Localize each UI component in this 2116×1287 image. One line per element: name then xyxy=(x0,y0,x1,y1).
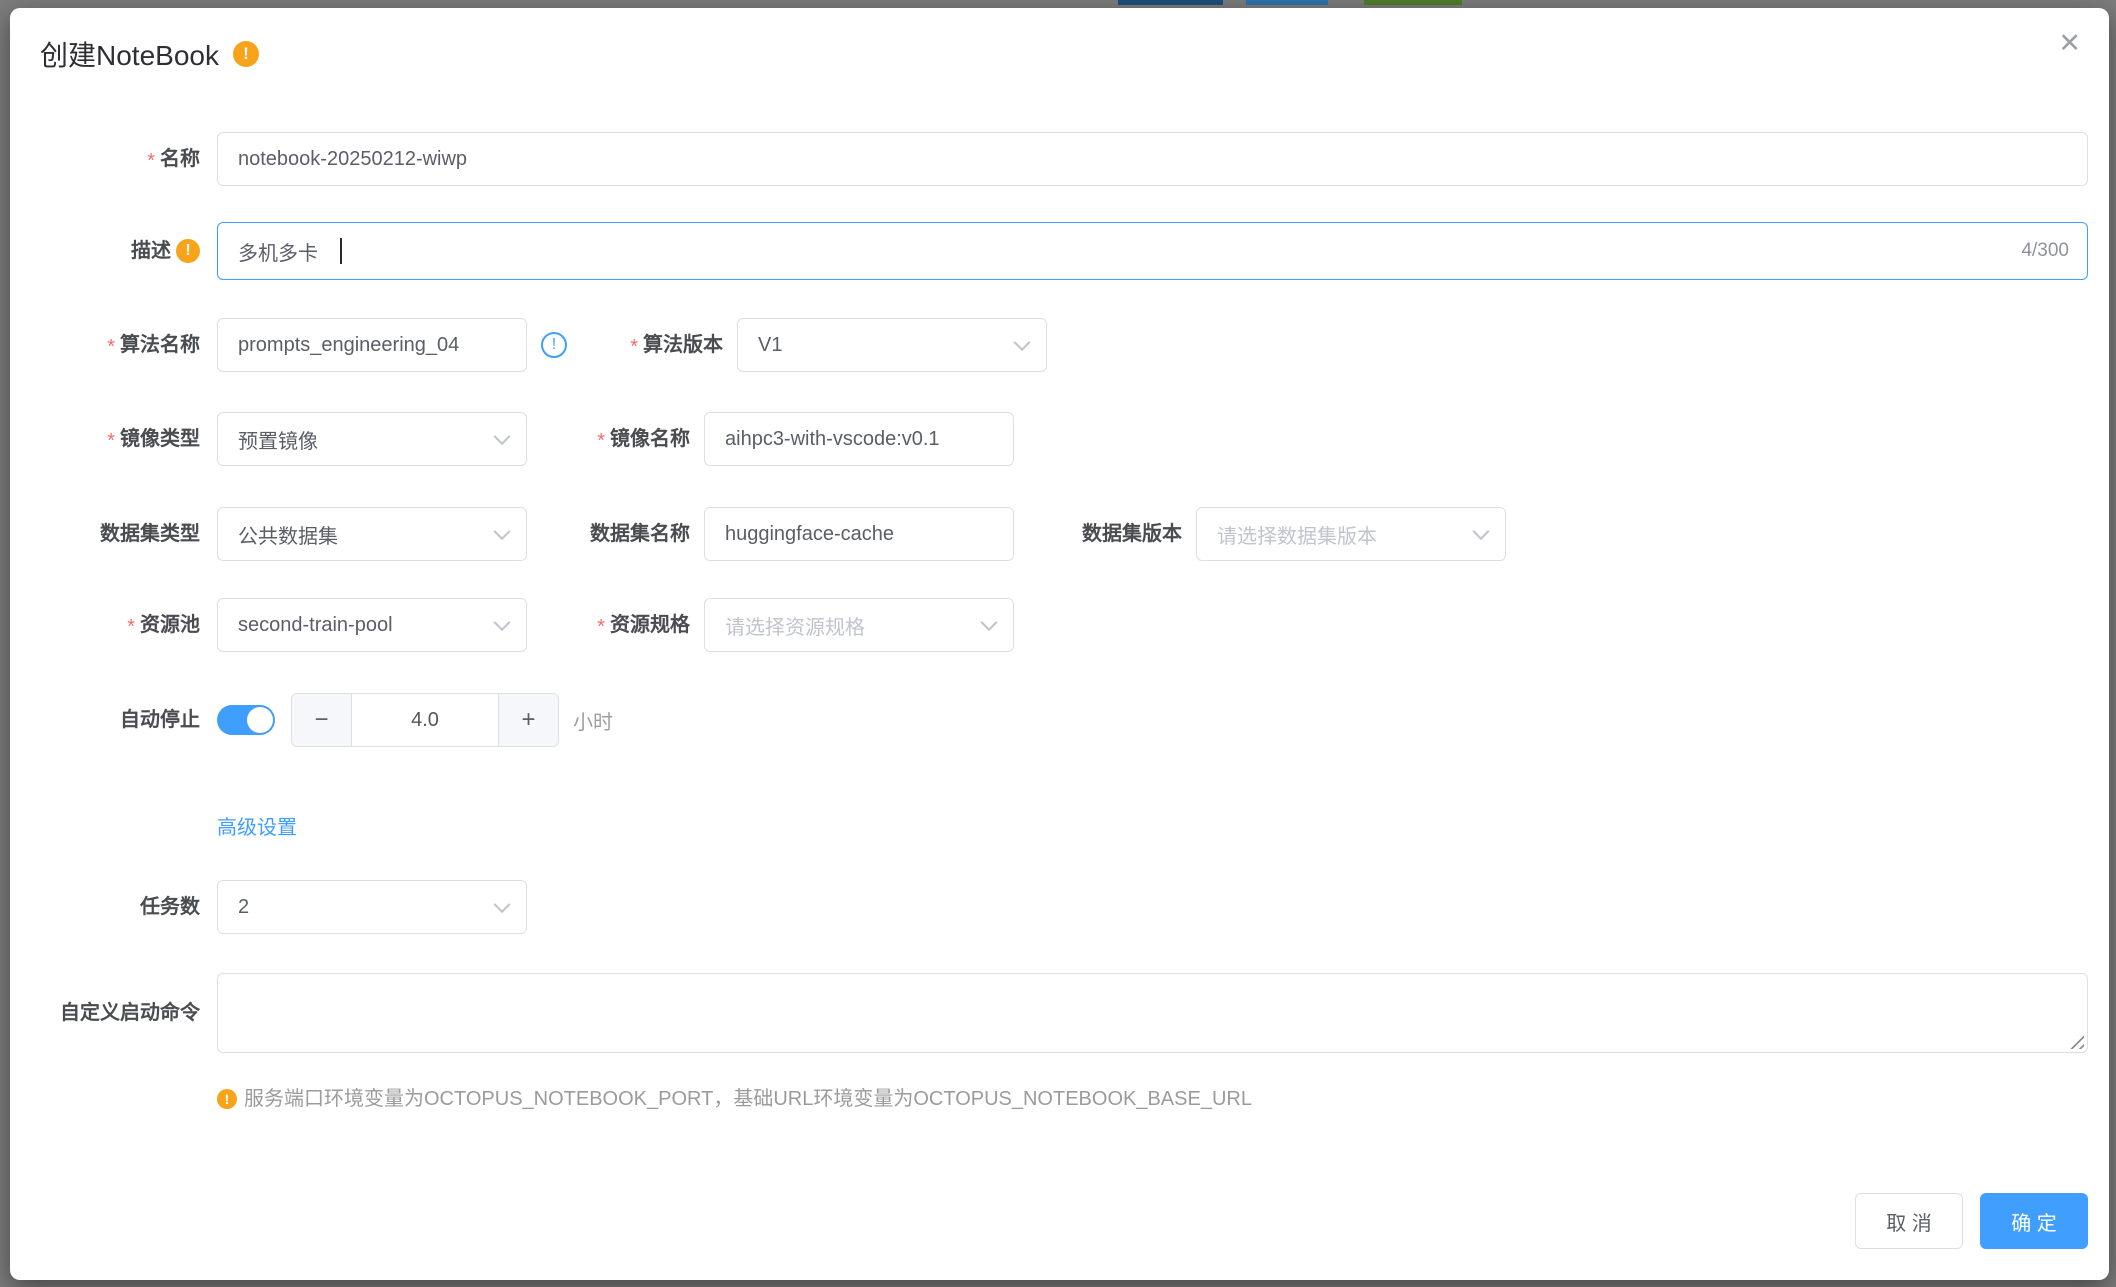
algorithm-name-input[interactable]: prompts_engineering_04 xyxy=(217,318,527,372)
chevron-down-icon xyxy=(493,523,511,541)
description-input[interactable]: 多机多卡 4/300 xyxy=(217,222,2088,280)
resource-pool-label: * 资源池 xyxy=(127,614,200,638)
resource-pool-value: second-train-pool xyxy=(238,613,393,636)
task-count-value: 2 xyxy=(238,895,250,918)
dataset-name-input[interactable]: huggingface-cache xyxy=(704,507,1014,561)
description-counter: 4/300 xyxy=(2021,240,2069,261)
custom-command-textarea[interactable] xyxy=(217,973,2088,1053)
dataset-version-placeholder: 请选择数据集版本 xyxy=(1217,525,1377,548)
background-tab-blue xyxy=(1246,0,1328,5)
algorithm-info-icon[interactable]: ! xyxy=(541,332,567,358)
description-row: 描述 ! 多机多卡 4/300 xyxy=(10,222,2109,280)
image-type-value: 预置镜像 xyxy=(238,430,318,453)
algorithm-name-value: prompts_engineering_04 xyxy=(238,333,460,356)
algorithm-name-label: * 算法名称 xyxy=(107,334,200,358)
required-marker: * xyxy=(107,336,115,358)
background-tab-dark-blue xyxy=(1118,0,1223,5)
text-cursor xyxy=(340,238,342,264)
required-marker: * xyxy=(127,616,135,638)
auto-stop-unit-label: 小时 xyxy=(573,711,613,734)
decrement-button[interactable]: − xyxy=(292,694,352,746)
required-marker: * xyxy=(147,150,155,172)
custom-command-label: 自定义启动命令 xyxy=(60,1002,200,1024)
algorithm-row: * 算法名称 prompts_engineering_04 ! * 算法版本 V… xyxy=(10,318,2109,372)
dataset-row: 数据集类型 公共数据集 数据集名称 huggingface-cache 数据集版… xyxy=(10,507,2109,561)
image-name-value: aihpc3-with-vscode:v0.1 xyxy=(725,427,940,450)
dialog-header: 创建NoteBook ! xyxy=(40,34,259,74)
auto-stop-toggle[interactable] xyxy=(217,705,275,735)
required-marker: * xyxy=(107,430,115,452)
dataset-name-value: huggingface-cache xyxy=(725,522,895,545)
page-background: { "dialog": { "title": "创建NoteBook" }, "… xyxy=(0,0,2116,1287)
custom-command-value xyxy=(218,974,258,996)
dataset-type-label: 数据集类型 xyxy=(100,523,200,545)
confirm-button[interactable]: 确 定 xyxy=(1980,1193,2088,1249)
dataset-version-select[interactable]: 请选择数据集版本 xyxy=(1196,507,1506,561)
advanced-settings-link[interactable]: 高级设置 xyxy=(217,815,297,841)
description-warning-icon: ! xyxy=(176,239,200,263)
dataset-type-select[interactable]: 公共数据集 xyxy=(217,507,527,561)
auto-stop-label: 自动停止 xyxy=(120,709,200,731)
title-warning-icon: ! xyxy=(232,41,259,67)
required-marker: * xyxy=(630,336,638,358)
image-type-label: * 镜像类型 xyxy=(107,428,200,452)
env-hint: ! 服务端口环境变量为OCTOPUS_NOTEBOOK_PORT，基础URL环境… xyxy=(217,1086,2109,1112)
dialog-title: 创建NoteBook xyxy=(40,40,219,71)
advanced-settings-row: 高级设置 xyxy=(10,815,2109,841)
hint-warning-icon: ! xyxy=(217,1089,237,1109)
required-marker: * xyxy=(597,616,605,638)
required-marker: * xyxy=(597,430,605,452)
algorithm-version-value: V1 xyxy=(758,333,783,356)
algorithm-version-label: * 算法版本 xyxy=(630,334,723,358)
custom-command-row: 自定义启动命令 xyxy=(10,973,2109,1053)
resource-spec-label: * 资源规格 xyxy=(597,614,690,638)
cancel-button[interactable]: 取 消 xyxy=(1855,1193,1963,1249)
task-count-row: 任务数 2 xyxy=(10,880,2109,934)
description-label: 描述 ! xyxy=(10,239,217,263)
algorithm-version-select[interactable]: V1 xyxy=(737,318,1047,372)
name-row: * 名称 notebook-20250212-wiwp xyxy=(10,132,2109,186)
chevron-down-icon xyxy=(980,614,998,632)
dataset-version-label: 数据集版本 xyxy=(1082,523,1182,545)
name-value: notebook-20250212-wiwp xyxy=(238,147,468,170)
description-value: 多机多卡 xyxy=(238,242,318,265)
close-icon[interactable]: ✕ xyxy=(2058,30,2081,57)
increment-button[interactable]: + xyxy=(498,694,558,746)
hint-text: 服务端口环境变量为OCTOPUS_NOTEBOOK_PORT，基础URL环境变量… xyxy=(244,1088,1252,1110)
auto-stop-stepper: − 4.0 + xyxy=(291,693,559,747)
dialog-footer: 取 消 确 定 xyxy=(1855,1193,2088,1249)
resource-row: * 资源池 second-train-pool * 资源规格 请选择资源规格 xyxy=(10,598,2109,652)
image-row: * 镜像类型 预置镜像 * 镜像名称 aihpc3-with-vscode:v0… xyxy=(10,412,2109,466)
dataset-type-value: 公共数据集 xyxy=(238,525,338,548)
background-tab-green xyxy=(1364,0,1462,5)
create-notebook-form: * 名称 notebook-20250212-wiwp 描述 ! 多机多卡 4/… xyxy=(10,132,2109,1112)
toggle-knob xyxy=(247,707,273,733)
image-type-select[interactable]: 预置镜像 xyxy=(217,412,527,466)
resource-pool-select[interactable]: second-train-pool xyxy=(217,598,527,652)
chevron-down-icon xyxy=(493,896,511,914)
name-label: * 名称 xyxy=(147,148,200,172)
create-notebook-dialog: ✕ 创建NoteBook ! * 名称 notebook-20250212-wi… xyxy=(10,8,2109,1280)
chevron-down-icon xyxy=(493,614,511,632)
image-name-input[interactable]: aihpc3-with-vscode:v0.1 xyxy=(704,412,1014,466)
name-input[interactable]: notebook-20250212-wiwp xyxy=(217,132,2088,186)
resize-handle[interactable] xyxy=(2070,1035,2084,1049)
chevron-down-icon xyxy=(1472,523,1490,541)
dataset-name-label: 数据集名称 xyxy=(590,523,690,545)
task-count-select[interactable]: 2 xyxy=(217,880,527,934)
chevron-down-icon xyxy=(1013,334,1031,352)
image-name-label: * 镜像名称 xyxy=(597,428,690,452)
auto-stop-row: 自动停止 − 4.0 + 小时 xyxy=(10,693,2109,747)
task-count-label: 任务数 xyxy=(140,896,200,918)
resource-spec-select[interactable]: 请选择资源规格 xyxy=(704,598,1014,652)
auto-stop-value-input[interactable]: 4.0 xyxy=(352,694,498,746)
resource-spec-placeholder: 请选择资源规格 xyxy=(725,616,865,639)
chevron-down-icon xyxy=(493,428,511,446)
